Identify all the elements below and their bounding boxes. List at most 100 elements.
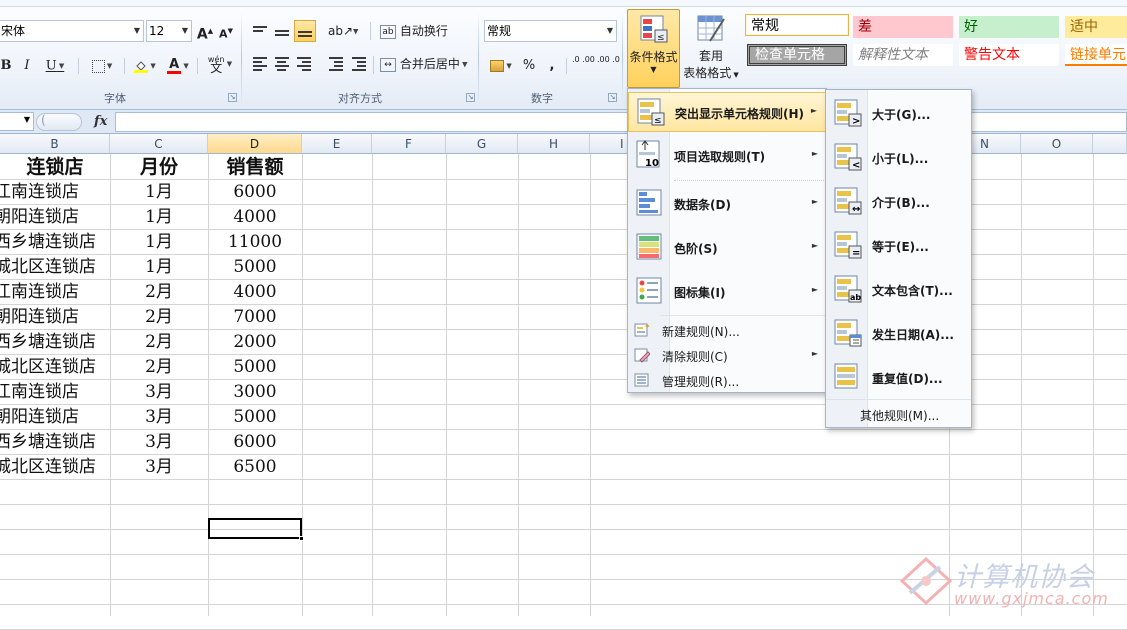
- menu-item-highlight-cells-rules[interactable]: ≤ 突出显示单元格规则(H) ►: [628, 92, 826, 132]
- table-cell[interactable]: 11000: [208, 230, 302, 255]
- table-cell[interactable]: 3月: [110, 430, 208, 455]
- table-cell[interactable]: 西乡塘连锁店: [0, 430, 110, 455]
- column-header-c[interactable]: C: [110, 134, 208, 154]
- format-as-table-button[interactable]: 套用 表格格式 ▼: [682, 9, 740, 88]
- chevron-down-icon[interactable]: ▼: [182, 21, 188, 41]
- align-center-button[interactable]: [272, 53, 292, 75]
- header-cell[interactable]: 销售额: [208, 155, 302, 180]
- accounting-format-button[interactable]: ▼: [486, 55, 516, 77]
- underline-button[interactable]: U ▼: [40, 55, 70, 77]
- table-cell[interactable]: 3月: [110, 380, 208, 405]
- dialog-launcher-icon[interactable]: ↘: [466, 93, 475, 102]
- font-name-combo[interactable]: 宋体 ▼: [0, 20, 144, 42]
- table-cell[interactable]: 7000: [208, 305, 302, 330]
- align-left-button[interactable]: [250, 53, 270, 75]
- table-cell[interactable]: 城北区连锁店: [0, 455, 110, 480]
- fill-color-button[interactable]: ▼: [130, 55, 160, 77]
- font-color-button[interactable]: A ▼: [163, 55, 193, 77]
- menu-item-manage-rules[interactable]: 管理规则(R)...: [628, 368, 826, 392]
- cell-style-explanatory[interactable]: 解释性文本: [853, 44, 953, 66]
- table-cell[interactable]: 1月: [110, 205, 208, 230]
- cell-style-bad[interactable]: 差: [853, 16, 953, 38]
- conditional-formatting-button[interactable]: ≤ 条件格式 ▼: [627, 9, 680, 88]
- menu-item-icon-sets[interactable]: 图标集(I) ►: [628, 272, 826, 312]
- dialog-launcher-icon[interactable]: ↘: [228, 93, 237, 102]
- active-cell-selection[interactable]: [208, 518, 304, 541]
- comma-button[interactable]: ,: [545, 55, 559, 77]
- increase-indent-button[interactable]: [349, 53, 369, 75]
- align-top-button[interactable]: [250, 20, 270, 42]
- submenu-item[interactable]: 重复值(D)...: [826, 358, 971, 398]
- table-cell[interactable]: 朝阳连锁店: [0, 405, 110, 430]
- submenu-item[interactable]: > 大于(G)...: [826, 94, 971, 134]
- table-cell[interactable]: 江南连锁店: [0, 280, 110, 305]
- submenu-item[interactable]: ab 文本包含(T)...: [826, 270, 971, 310]
- menu-item-top-bottom-rules[interactable]: 10 项目选取规则(T) ►: [628, 136, 826, 176]
- decrease-decimal-button[interactable]: .00 .0: [597, 55, 620, 77]
- table-cell[interactable]: 1月: [110, 180, 208, 205]
- table-cell[interactable]: 2月: [110, 355, 208, 380]
- table-cell[interactable]: 6000: [208, 430, 302, 455]
- header-cell[interactable]: 月份: [110, 155, 208, 180]
- header-cell[interactable]: 连锁店: [0, 155, 110, 180]
- orientation-button[interactable]: ab↗▼: [328, 20, 358, 42]
- table-cell[interactable]: 朝阳连锁店: [0, 305, 110, 330]
- percent-button[interactable]: %: [520, 55, 538, 77]
- table-cell[interactable]: 3月: [110, 405, 208, 430]
- wrap-text-button[interactable]: ab 自动换行: [380, 20, 472, 42]
- menu-item-clear-rules[interactable]: 清除规则(C) ►: [628, 343, 826, 367]
- table-cell[interactable]: 6000: [208, 180, 302, 205]
- table-cell[interactable]: 江南连锁店: [0, 380, 110, 405]
- table-cell[interactable]: 2月: [110, 330, 208, 355]
- column-header-g[interactable]: G: [446, 134, 518, 154]
- phonetic-button[interactable]: wén 文 ▼: [203, 53, 237, 75]
- cell-style-normal[interactable]: 常规: [745, 14, 849, 36]
- table-cell[interactable]: 5000: [208, 255, 302, 280]
- table-cell[interactable]: 2000: [208, 330, 302, 355]
- table-cell[interactable]: 2月: [110, 280, 208, 305]
- align-bottom-button[interactable]: [294, 20, 316, 42]
- font-size-combo[interactable]: 12 ▼: [146, 20, 192, 42]
- table-cell[interactable]: 1月: [110, 230, 208, 255]
- dialog-launcher-icon[interactable]: ↘: [608, 93, 617, 102]
- table-cell[interactable]: 西乡塘连锁店: [0, 330, 110, 355]
- fill-handle[interactable]: [299, 536, 304, 541]
- formula-input[interactable]: [115, 112, 1127, 132]
- borders-button[interactable]: ▼: [86, 55, 118, 77]
- decrease-indent-button[interactable]: [326, 53, 346, 75]
- grow-font-button[interactable]: A▲: [196, 20, 214, 43]
- cell-style-check-cell[interactable]: 检查单元格: [747, 44, 847, 66]
- column-header-o[interactable]: O: [1021, 134, 1093, 154]
- cell-style-good[interactable]: 好: [959, 16, 1059, 38]
- table-cell[interactable]: 城北区连锁店: [0, 355, 110, 380]
- submenu-item[interactable]: ↔ 介于(B)...: [826, 182, 971, 222]
- increase-decimal-button[interactable]: .0 .00: [572, 55, 595, 77]
- shrink-font-button[interactable]: A▼: [217, 20, 235, 42]
- submenu-item[interactable]: < 小于(L)...: [826, 138, 971, 178]
- table-cell[interactable]: 西乡塘连锁店: [0, 230, 110, 255]
- italic-button[interactable]: I: [18, 55, 36, 77]
- column-header-h[interactable]: H: [518, 134, 590, 154]
- menu-item-new-rule[interactable]: ✦ 新建规则(N)...: [628, 318, 826, 342]
- submenu-item[interactable]: 发生日期(A)...: [826, 314, 971, 354]
- column-header-p[interactable]: [1093, 134, 1127, 154]
- align-right-button[interactable]: [294, 53, 314, 75]
- insert-function-button[interactable]: fx: [94, 113, 112, 131]
- submenu-item[interactable]: = 等于(E)...: [826, 226, 971, 266]
- table-cell[interactable]: 6500: [208, 455, 302, 480]
- menu-item-data-bars[interactable]: 数据条(D) ►: [628, 184, 826, 224]
- number-format-combo[interactable]: 常规 ▼: [484, 20, 617, 42]
- table-cell[interactable]: 城北区连锁店: [0, 255, 110, 280]
- align-middle-button[interactable]: [272, 20, 292, 42]
- table-cell[interactable]: 4000: [208, 280, 302, 305]
- table-cell[interactable]: 1月: [110, 255, 208, 280]
- cell-style-linked[interactable]: 链接单元: [1065, 44, 1127, 66]
- menu-item-more-rules[interactable]: 其他规则(M)...: [826, 402, 971, 426]
- column-header-b[interactable]: B: [0, 134, 110, 154]
- table-cell[interactable]: 朝阳连锁店: [0, 205, 110, 230]
- name-box[interactable]: ▼: [0, 112, 34, 131]
- chevron-down-icon[interactable]: ▼: [24, 115, 30, 124]
- table-cell[interactable]: 江南连锁店: [0, 180, 110, 205]
- column-header-e[interactable]: E: [302, 134, 372, 154]
- bold-button[interactable]: B: [0, 55, 12, 77]
